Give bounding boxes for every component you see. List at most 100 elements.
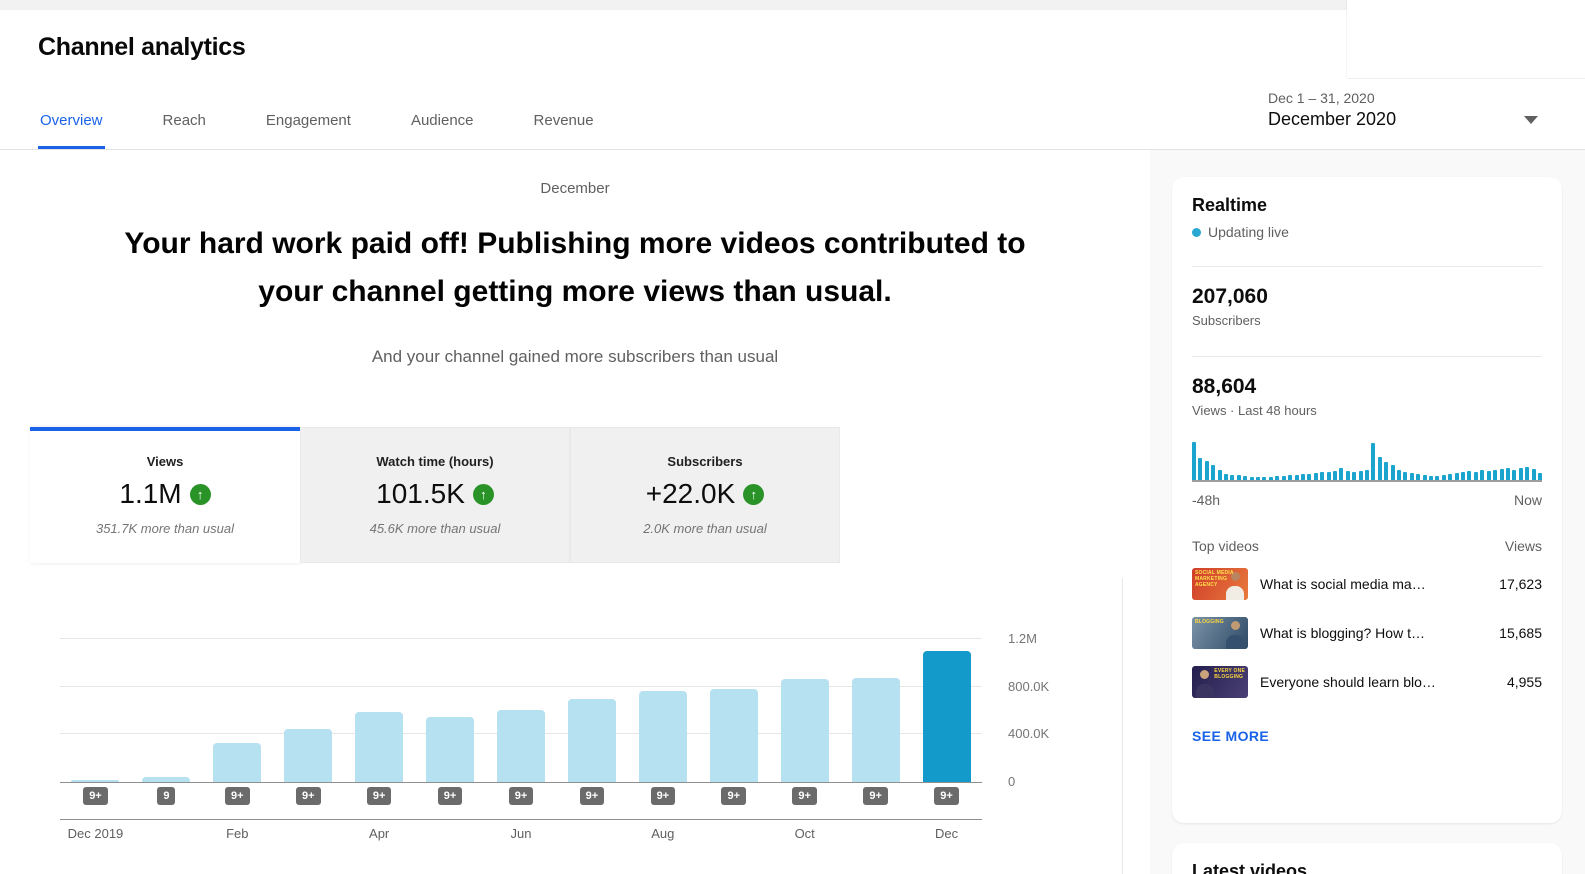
spark-bar bbox=[1410, 473, 1414, 480]
top-video-row[interactable]: BLOGGINGWhat is blogging? How t…15,685 bbox=[1192, 617, 1542, 649]
x-axis-tick: Apr bbox=[344, 826, 415, 841]
videos-published-badge[interactable]: 9 bbox=[157, 787, 175, 805]
spark-bar bbox=[1435, 476, 1439, 480]
videos-published-badge[interactable]: 9+ bbox=[792, 787, 817, 805]
tab-overview[interactable]: Overview bbox=[38, 112, 105, 149]
y-axis-tick: 400.0K bbox=[1008, 726, 1049, 741]
metric-delta: 351.7K more than usual bbox=[30, 521, 300, 536]
spark-bar bbox=[1346, 471, 1350, 480]
bar-feb[interactable] bbox=[213, 743, 261, 782]
badge-slot: 9 bbox=[131, 786, 202, 805]
spark-bar bbox=[1288, 475, 1292, 480]
bar-jul[interactable] bbox=[568, 699, 616, 782]
realtime-subscribers-label: Subscribers bbox=[1192, 313, 1542, 328]
badge-slot: 9+ bbox=[344, 786, 415, 805]
videos-published-badge[interactable]: 9+ bbox=[438, 787, 463, 805]
bar-jan[interactable] bbox=[142, 777, 190, 782]
y-axis-tick: 0 bbox=[1008, 774, 1015, 789]
videos-published-badge[interactable]: 9+ bbox=[225, 787, 250, 805]
spark-bar bbox=[1320, 472, 1324, 480]
videos-published-badge[interactable]: 9+ bbox=[934, 787, 959, 805]
x-axis-separator bbox=[60, 819, 982, 820]
video-views: 17,623 bbox=[1499, 576, 1542, 592]
videos-published-badge[interactable]: 9+ bbox=[367, 787, 392, 805]
thumbnail-text: SOCIAL MEDIAMARKETINGAGENCY bbox=[1195, 570, 1234, 588]
overview-main: December Your hard work paid off! Publis… bbox=[0, 150, 1150, 874]
updating-live-label: Updating live bbox=[1208, 224, 1289, 240]
x-axis-tick bbox=[556, 826, 627, 841]
up-arrow-icon: ↑ bbox=[473, 484, 494, 505]
x-axis-tick: Jun bbox=[486, 826, 557, 841]
videos-published-badge[interactable]: 9+ bbox=[83, 787, 108, 805]
video-views: 4,955 bbox=[1507, 674, 1542, 690]
person-head bbox=[1200, 670, 1209, 679]
spark-bar bbox=[1301, 474, 1305, 480]
up-arrow-icon: ↑ bbox=[190, 484, 211, 505]
bar-slot bbox=[627, 597, 698, 782]
bar-aug[interactable] bbox=[639, 691, 687, 782]
video-thumbnail: EVERY ONEBLOGGING bbox=[1192, 666, 1248, 698]
tab-audience[interactable]: Audience bbox=[409, 112, 476, 149]
badge-slot: 9+ bbox=[273, 786, 344, 805]
metric-tab-views[interactable]: Views1.1M↑351.7K more than usual bbox=[30, 427, 300, 563]
spark-bar bbox=[1403, 472, 1407, 480]
top-video-row[interactable]: SOCIAL MEDIAMARKETINGAGENCYWhat is socia… bbox=[1192, 568, 1542, 600]
bar-nov[interactable] bbox=[852, 678, 900, 782]
bar-oct[interactable] bbox=[781, 679, 829, 782]
bar-slot bbox=[698, 597, 769, 782]
videos-published-badge[interactable]: 9+ bbox=[580, 787, 605, 805]
videos-published-badge[interactable]: 9+ bbox=[721, 787, 746, 805]
metric-label: Views bbox=[30, 454, 300, 469]
realtime-views-count: 88,604 bbox=[1192, 375, 1542, 399]
tab-reach[interactable]: Reach bbox=[161, 112, 208, 149]
spark-bar bbox=[1230, 475, 1234, 480]
spark-left-label: -48h bbox=[1192, 492, 1220, 508]
videos-published-badge[interactable]: 9+ bbox=[651, 787, 676, 805]
top-videos-views-column: Views bbox=[1505, 538, 1542, 554]
person-head bbox=[1231, 621, 1240, 630]
spark-bar bbox=[1391, 465, 1395, 480]
person-body bbox=[1226, 635, 1244, 649]
tab-revenue[interactable]: Revenue bbox=[532, 112, 596, 149]
date-selected-text: December 2020 bbox=[1268, 109, 1542, 130]
bar-mar[interactable] bbox=[284, 729, 332, 782]
y-axis-tick: 1.2M bbox=[1008, 631, 1037, 646]
videos-published-badge[interactable]: 9+ bbox=[509, 787, 534, 805]
divider bbox=[1192, 266, 1542, 267]
metric-delta: 45.6K more than usual bbox=[300, 521, 570, 536]
bar-jun[interactable] bbox=[497, 710, 545, 782]
spark-bar bbox=[1461, 472, 1465, 480]
spark-bar bbox=[1339, 468, 1343, 480]
dropdown-caret-icon[interactable] bbox=[1524, 116, 1538, 124]
bar-may[interactable] bbox=[426, 717, 474, 782]
bar-sep[interactable] bbox=[710, 689, 758, 782]
spark-bar bbox=[1532, 469, 1536, 480]
tab-engagement[interactable]: Engagement bbox=[264, 112, 353, 149]
bar-slot bbox=[415, 597, 486, 782]
bar-apr[interactable] bbox=[355, 712, 403, 782]
x-axis-tick bbox=[698, 826, 769, 841]
badge-slot: 9+ bbox=[911, 786, 982, 805]
spark-bar bbox=[1480, 470, 1484, 480]
date-range-picker[interactable]: Dec 1 – 31, 2020 December 2020 bbox=[1268, 90, 1542, 130]
bar-dec[interactable] bbox=[923, 651, 971, 782]
metric-tab-watch-time[interactable]: Watch time (hours)101.5K↑45.6K more than… bbox=[300, 427, 570, 563]
spark-bar bbox=[1538, 473, 1542, 480]
x-axis-tick: Dec 2019 bbox=[60, 826, 131, 841]
person-body bbox=[1196, 684, 1214, 698]
metric-tab-subscribers[interactable]: Subscribers+22.0K↑2.0K more than usual bbox=[570, 427, 840, 563]
x-axis-tick: Dec bbox=[911, 826, 982, 841]
bar-slot bbox=[202, 597, 273, 782]
spark-bar bbox=[1384, 462, 1388, 480]
videos-published-badge[interactable]: 9+ bbox=[863, 787, 888, 805]
spark-bar bbox=[1275, 476, 1279, 480]
vertical-divider bbox=[1122, 578, 1123, 874]
see-more-link[interactable]: SEE MORE bbox=[1192, 728, 1269, 744]
latest-videos-title: Latest videos bbox=[1192, 861, 1542, 874]
videos-published-badge[interactable]: 9+ bbox=[296, 787, 321, 805]
bar-slot bbox=[911, 597, 982, 782]
top-video-row[interactable]: EVERY ONEBLOGGINGEveryone should learn b… bbox=[1192, 666, 1542, 698]
updating-live-status: Updating live bbox=[1192, 224, 1542, 240]
bar-dec-2019[interactable] bbox=[71, 780, 119, 782]
x-axis-tick bbox=[840, 826, 911, 841]
